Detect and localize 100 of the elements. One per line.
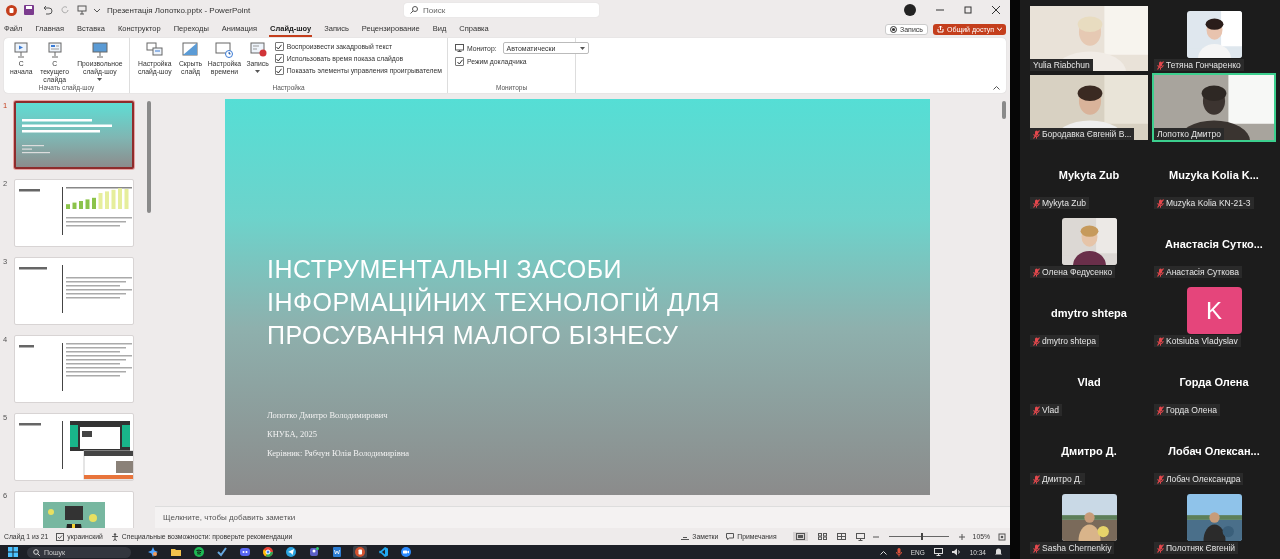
heading-line-drawing [19, 267, 47, 270]
participant-name: Дмитро Д. [1061, 443, 1117, 459]
screen-clock-icon [215, 42, 234, 58]
undo-icon[interactable] [41, 5, 53, 15]
sparkle-app-icon [148, 547, 158, 557]
taskbar-app-button[interactable] [376, 546, 390, 558]
taskbar-app-button[interactable] [146, 546, 160, 558]
taskbar-app-button[interactable] [353, 546, 367, 558]
participant-name: Анастасія Сутко... [1165, 236, 1263, 252]
author-name: Лопотко Дмитро Володимирович [267, 410, 389, 420]
reading-view-icon[interactable] [836, 533, 846, 540]
slide-title: ІНСТРУМЕНТАЛЬНІ ЗАСОБИ ІНФОРМАЦІЙНИХ ТЕХНОЛОГІЙ ДЛЯ ПРОСУВАННЯ МАЛОГО БІЗНЕСУ [267, 254, 721, 351]
participant-name-label: Анастасія Суткова [1154, 266, 1242, 278]
normal-view-icon[interactable] [795, 533, 805, 540]
checkmark-app-icon [217, 547, 227, 557]
taskbar-app-button[interactable] [192, 546, 206, 558]
checkbox[interactable] [455, 57, 464, 66]
network-icon[interactable] [933, 548, 943, 556]
notes-field[interactable]: Щелкните, чтобы добавить заметки [155, 506, 1010, 528]
caret-icon [579, 46, 585, 50]
participant-name-label: Дмитро Д. [1030, 473, 1086, 485]
maximize-icon[interactable] [964, 6, 972, 14]
caret-icon[interactable] [94, 7, 100, 13]
collapse-ribbon-icon[interactable] [993, 86, 1000, 90]
organization-year: КНУБА, 2025 [267, 429, 318, 439]
heading-line-drawing [19, 345, 34, 348]
caret-icon [255, 69, 261, 73]
taskbar-app-button[interactable] [307, 546, 321, 558]
video-camera-icon [401, 547, 411, 557]
taskbar-app-button[interactable] [261, 546, 275, 558]
participant-name-label: Sasha Chernenkiy [1030, 542, 1115, 554]
chat-bubble-icon [240, 547, 250, 557]
microphone-icon[interactable] [895, 547, 902, 557]
hidden-slide-icon [181, 42, 200, 58]
caret-icon [997, 27, 1002, 31]
participant-name-label: Тетяна Гончаренко [1154, 59, 1244, 71]
search-field[interactable]: Поиск [404, 3, 599, 17]
account-avatar[interactable] [904, 4, 916, 16]
record-icon [890, 25, 897, 33]
people-app-icon [309, 547, 319, 557]
taskbar-app-button[interactable] [169, 546, 183, 558]
slide-sorter-icon[interactable] [817, 533, 827, 540]
app-logo-icon [6, 4, 17, 16]
checkbox[interactable] [274, 66, 284, 75]
participant-name-label: Бородавка Євгеній В... [1030, 128, 1135, 140]
document-app-icon [332, 547, 342, 557]
taskbar-app-button[interactable] [238, 546, 252, 558]
letter-avatar: K [1186, 287, 1242, 334]
checkbox[interactable] [274, 42, 284, 51]
participant-name: Горда Олена [1179, 374, 1249, 390]
heading-line-drawing [19, 189, 40, 192]
accessibility-icon[interactable] [110, 532, 119, 541]
speaker-icon[interactable] [951, 548, 961, 556]
participant-name-label: Yulia Riabchun [1030, 59, 1093, 71]
projector-screen-icon [90, 42, 109, 58]
overlapping-slides-icon [145, 42, 164, 58]
window-title: Презентація Лопотко.pptx - PowerPoint [107, 5, 251, 15]
scrollbar-thumb[interactable] [1002, 101, 1006, 119]
heading-line-drawing [19, 423, 41, 426]
scrollbar-thumb[interactable] [146, 101, 151, 213]
taskbar-app-button[interactable] [399, 546, 413, 558]
taskbar-app-button[interactable] [330, 546, 344, 558]
taskbar-app-button[interactable] [215, 546, 229, 558]
participant-name-label: Горда Олена [1154, 404, 1220, 416]
supervisor-name: Керівник: Рябчун Юлія Володимирівна [267, 448, 411, 458]
text-lines-drawing [66, 277, 132, 299]
share-icon [936, 25, 944, 33]
participant-name: Лобач Олексан... [1168, 443, 1260, 459]
presentation-screen-icon [12, 42, 31, 58]
spellcheck-icon[interactable] [56, 532, 65, 541]
participant-name: Muzyka Kolia K... [1169, 167, 1259, 183]
participant-name-label: Лобач Олександра [1154, 473, 1244, 485]
round-browser-icon [263, 547, 273, 557]
windows-logo-icon[interactable] [8, 547, 18, 557]
slides-app-icon [355, 547, 365, 557]
slide-thumbnail[interactable] [14, 101, 134, 169]
bullet-list-drawing [66, 343, 132, 379]
code-editor-icon [378, 547, 388, 557]
close-icon[interactable] [992, 6, 1000, 14]
participant-name-label: Vlad [1030, 404, 1062, 416]
folder-icon [171, 547, 181, 557]
participant-name: Mykyta Zub [1058, 167, 1120, 183]
chevron-up-icon[interactable] [879, 549, 887, 555]
slideshow-view-icon[interactable] [855, 532, 865, 541]
save-icon[interactable] [24, 5, 34, 15]
zoom-in-icon[interactable] [958, 533, 965, 540]
monitor-icon [455, 44, 464, 52]
fit-to-window-icon[interactable] [998, 532, 1006, 541]
caret-icon [97, 77, 103, 81]
participant-name-label: Лопотко Дмитро [1154, 128, 1224, 140]
presentation-screen-icon[interactable] [77, 5, 87, 15]
minimize-icon[interactable] [936, 6, 944, 14]
text-lines-drawing [66, 217, 132, 227]
taskbar-app-button[interactable] [284, 546, 298, 558]
participant-name-label: Mykyta Zub [1030, 197, 1089, 209]
participant-name-label: Kotsiuba Vladyslav [1154, 335, 1241, 347]
bell-icon[interactable] [995, 548, 1002, 556]
participant-name-label: Полотняк Євгеній [1154, 542, 1239, 554]
record-screen-icon [248, 42, 267, 58]
checkbox[interactable] [274, 54, 284, 63]
